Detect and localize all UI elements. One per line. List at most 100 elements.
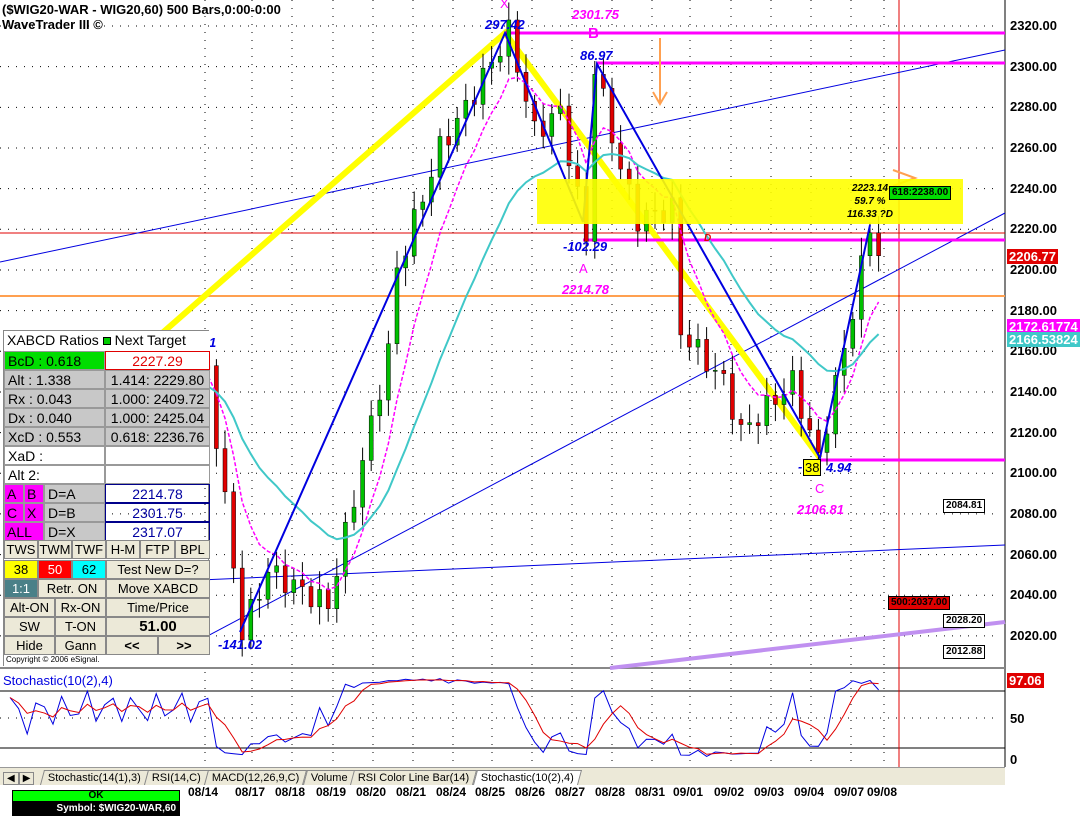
tab-indicator[interactable]: Volume (302, 770, 356, 785)
date-tick: 08/25 (475, 785, 506, 799)
level-50-button[interactable]: 50 (38, 560, 72, 579)
level-38-button[interactable]: 38 (4, 560, 38, 579)
test-new-d-button[interactable]: Test New D=? (106, 560, 210, 579)
ratio-value: 0.553 (46, 429, 82, 445)
c-label: C (815, 481, 825, 496)
candle (368, 415, 374, 461)
value-field[interactable]: 51.00 (106, 617, 210, 636)
c-value: 4.94 (826, 460, 852, 475)
date-tick: 08/19 (316, 785, 347, 799)
move-xabcd-button[interactable]: Move XABCD (106, 579, 210, 598)
candle (274, 565, 279, 573)
proj-toggle-a[interactable]: C (4, 503, 24, 522)
c-neg: - (798, 459, 803, 474)
ratio-row: XaD : (4, 446, 210, 465)
last-price-tag: 2206.77 (1007, 249, 1058, 264)
ratio-target (105, 465, 210, 484)
price-tick: 2060.00 (1010, 546, 1057, 562)
price-tick: 2080.00 (1010, 506, 1057, 522)
ratio-name: Alt : (8, 372, 33, 388)
scroll-right-button[interactable]: ▶ (18, 772, 35, 785)
time-price-button[interactable]: Time/Price (106, 598, 210, 617)
price-tick: 2320.00 (1010, 18, 1057, 33)
ratio-value: 1.338 (36, 372, 72, 388)
candle (807, 418, 813, 431)
proj-toggle-a[interactable]: A (4, 484, 24, 503)
indicator-tabs: ◀ ▶ Stochastic(14(1),3) RSI(14,C) MACD(12,26… (0, 767, 1005, 785)
tws-button[interactable]: TWS (4, 540, 38, 559)
candle (764, 395, 770, 426)
ratio-name: XcD : (8, 429, 43, 445)
hm-button[interactable]: H-M (106, 540, 140, 559)
retr-on-button[interactable]: Retr. ON (38, 579, 106, 598)
candle (755, 422, 761, 426)
level-62-button[interactable]: 62 (72, 560, 106, 579)
tab-indicator[interactable]: RSI Color Line Bar(14) (350, 770, 478, 785)
candle (876, 232, 881, 256)
sw-off-button[interactable]: SW OFF (4, 617, 55, 652)
hide-button[interactable]: Hide (4, 636, 55, 655)
twf-button[interactable]: TWF (72, 540, 106, 559)
candle (712, 370, 718, 372)
proj-value: 2301.75 (105, 503, 210, 522)
candle (308, 586, 314, 608)
scroll-left-button[interactable]: ◀ (3, 772, 19, 785)
price-tick: 2260.00 (1010, 140, 1057, 155)
ratio-name: Rx : (8, 391, 33, 407)
bpl-button[interactable]: BPL (175, 540, 210, 559)
stoch-tick-50: 50 (1010, 711, 1025, 726)
date-tick: 08/27 (555, 785, 586, 799)
ratio-value: 0.618 (46, 353, 82, 369)
ratio-name: XaD : (8, 448, 44, 464)
candle (549, 113, 555, 137)
candle (816, 429, 821, 453)
tab-indicator[interactable]: MACD(12,26,9,C) (204, 770, 308, 785)
ratio-row: BcD : 0.618 2227.29 (4, 351, 210, 370)
ftp-button[interactable]: FTP (140, 540, 175, 559)
projection-row: ALL D=X 2317.07 (4, 522, 210, 541)
t-on-button[interactable]: T-ON (55, 617, 106, 636)
tab-indicator[interactable]: RSI(14,C) (144, 770, 210, 785)
next-button[interactable]: >> (158, 636, 210, 655)
proj-toggle-b[interactable]: X (24, 503, 44, 522)
alt-on-button[interactable]: Alt-ON (4, 598, 55, 617)
cyan-ma-tag: 2166.53824 (1007, 332, 1080, 347)
price-tick: 2040.00 (1010, 587, 1057, 603)
ratio-row: Alt 2: (4, 465, 210, 484)
prev-button[interactable]: << (106, 636, 158, 655)
tab-indicator[interactable]: Stochastic(10(2),4) (472, 770, 582, 785)
level-box-red: 500:2037.00 (888, 596, 951, 610)
candle (360, 460, 365, 508)
proj-toggle-b[interactable]: B (24, 484, 44, 503)
level-box-3: 2012.88 (943, 645, 986, 659)
stoch-tick-0: 0 (1010, 752, 1018, 767)
proj-toggle-all[interactable]: ALL (4, 522, 44, 541)
candle (222, 448, 228, 493)
ratio-target: 1.000: 2409.72 (105, 389, 210, 408)
ratio-target: 1.414: 2229.80 (105, 370, 210, 389)
candle (437, 136, 443, 178)
date-tick: 08/21 (396, 785, 427, 799)
date-tick: 08/18 (275, 785, 306, 799)
price-tick: 2300.00 (1010, 58, 1057, 74)
date-tick: 09/08 (867, 785, 898, 799)
price-tick: 2020.00 (1010, 628, 1057, 644)
twm-button[interactable]: TWM (38, 540, 72, 559)
date-tick: 09/03 (754, 785, 785, 799)
tab-indicator[interactable]: Stochastic(14(1),3) (40, 770, 150, 785)
gann-button[interactable]: Gann (55, 636, 106, 655)
candle (747, 422, 752, 425)
a-label: A (579, 261, 588, 276)
price-tick: 2140.00 (1010, 384, 1057, 400)
b-top-price: 2301.75 (572, 7, 619, 22)
candle (231, 491, 236, 569)
candle (446, 136, 451, 146)
candle (265, 571, 271, 600)
rx-on-button[interactable]: Rx-ON (55, 598, 106, 617)
ratio-row: Dx : 0.040 1.000: 2425.04 (4, 408, 210, 427)
chart-title: ($WIG20-WAR - WIG20,60) 500 Bars,0:00-0:… (2, 2, 281, 32)
candle (300, 579, 305, 587)
c-ratio-box: 38 (803, 459, 822, 476)
candle (695, 339, 701, 348)
ratio-1-1-button[interactable]: 1:1 (4, 579, 38, 598)
